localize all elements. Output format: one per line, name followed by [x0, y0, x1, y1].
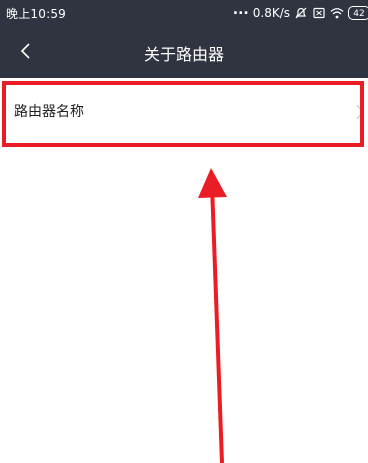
nav-bar: 关于路由器: [0, 26, 368, 78]
status-icons: ... 0.8K/s 42: [232, 2, 368, 22]
status-time: 晚上10:59: [6, 7, 66, 21]
battery-icon: 42: [348, 6, 368, 20]
status-bar: 晚上10:59 ... 0.8K/s 42: [0, 0, 368, 26]
list-item-router-name[interactable]: 路由器名称: [0, 80, 368, 144]
status-dots: ...: [232, 2, 249, 18]
list-item-label: 路由器名称: [14, 104, 84, 120]
sim-card-icon: [312, 6, 326, 20]
network-speed: 0.8K/s: [252, 6, 290, 20]
chevron-right-icon: [354, 102, 366, 122]
page-title: 关于路由器: [143, 45, 224, 64]
wifi-icon: [330, 6, 344, 20]
silent-alarm-icon: [294, 6, 308, 20]
